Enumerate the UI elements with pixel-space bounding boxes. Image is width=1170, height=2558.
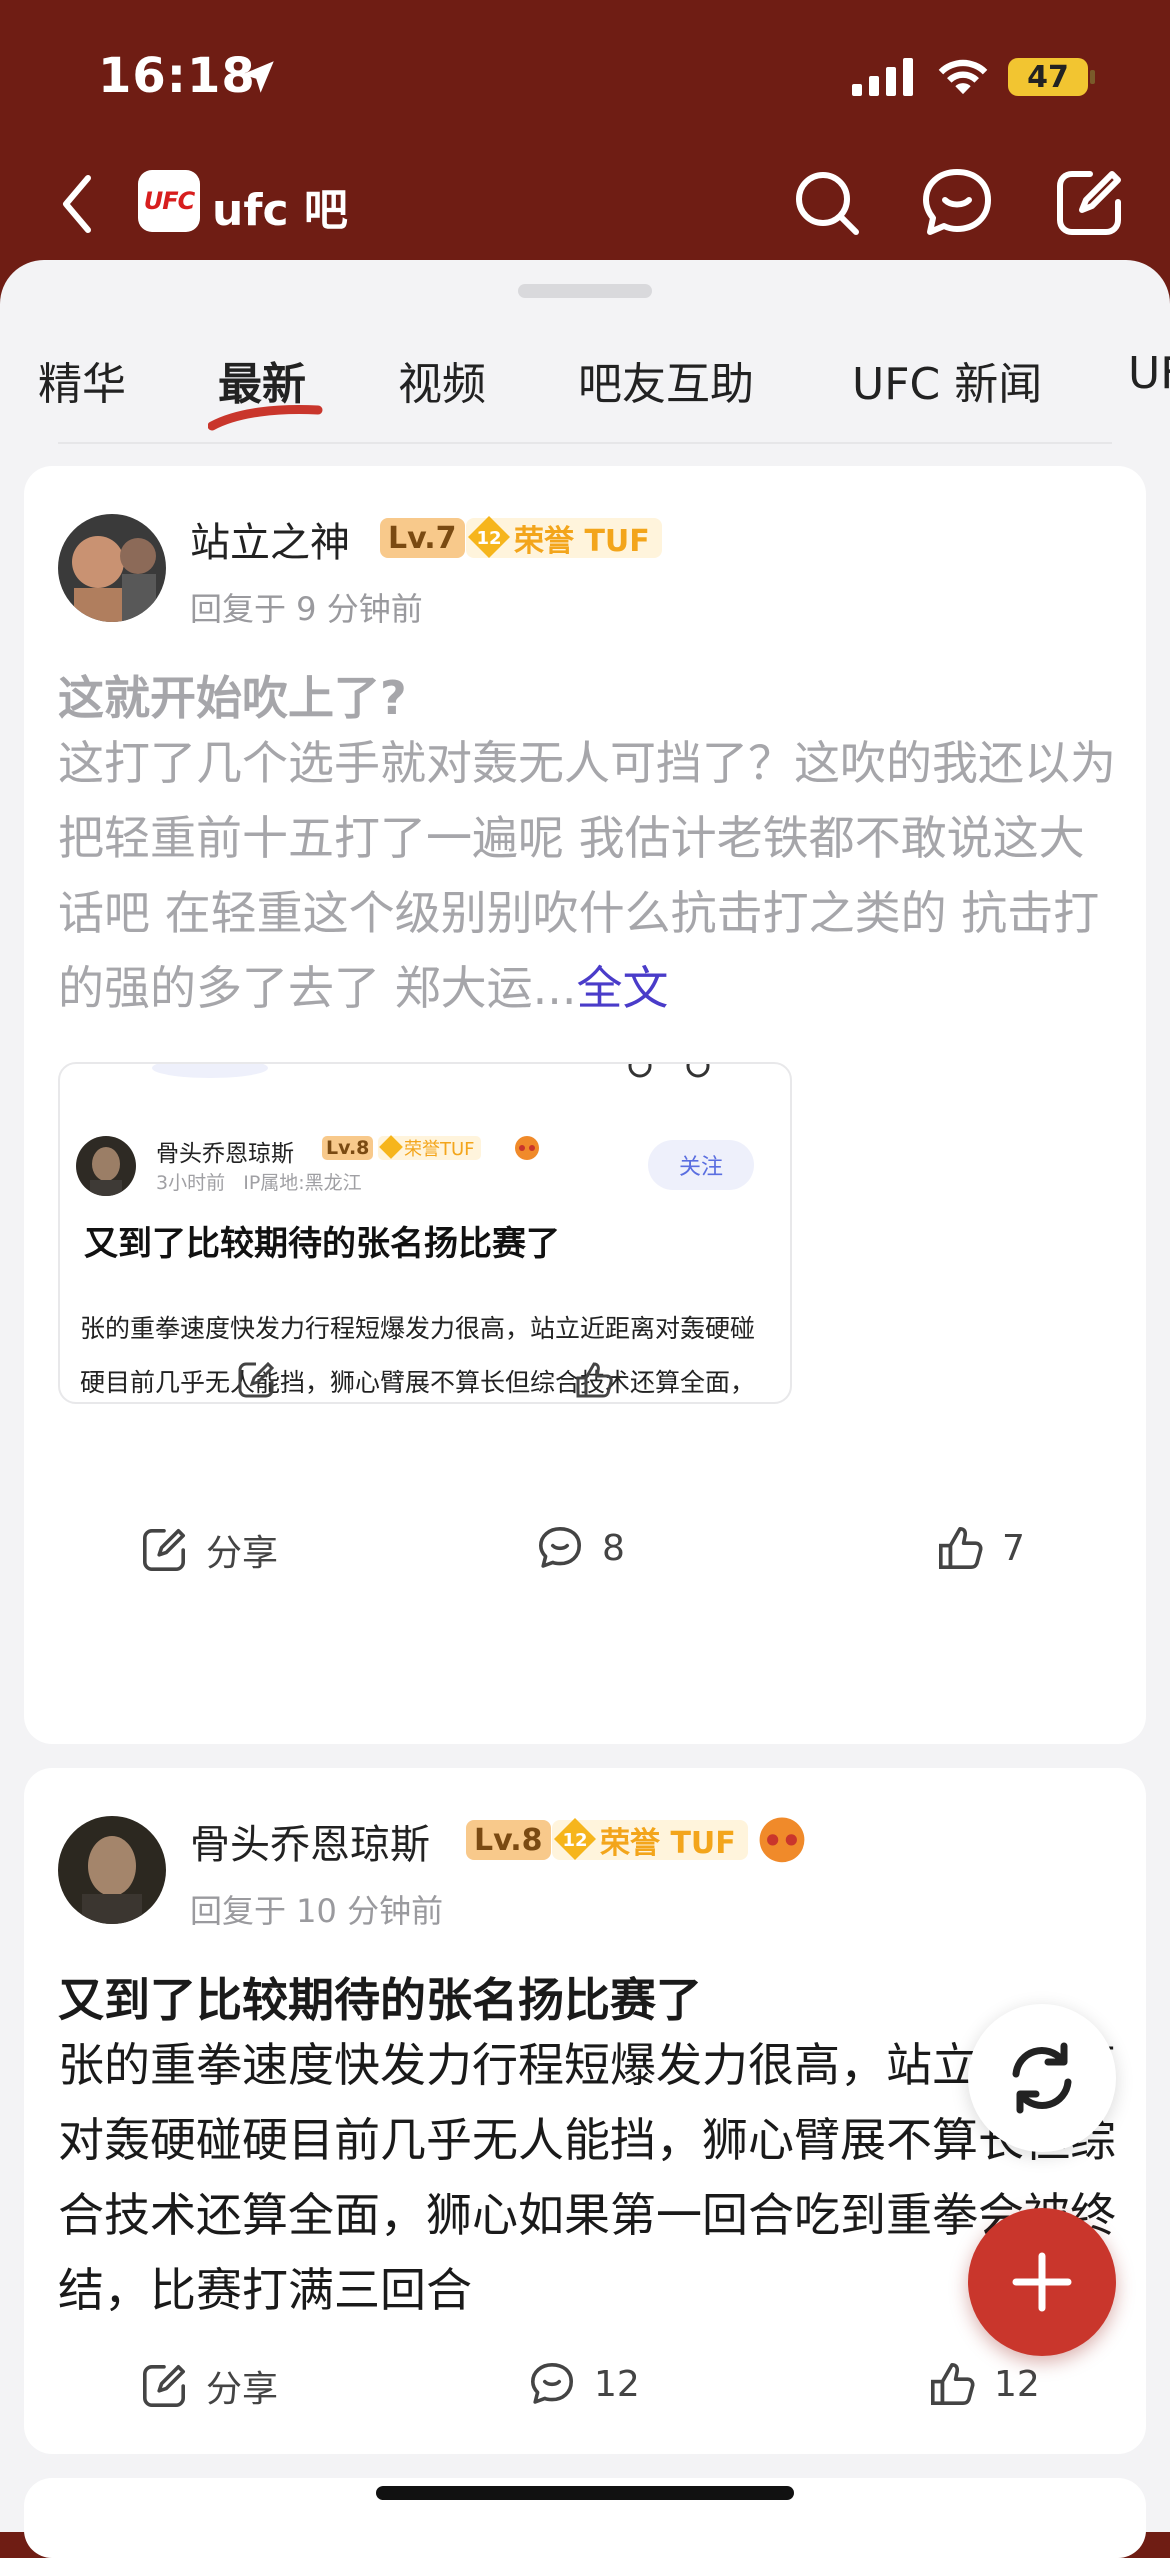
top-nav-bar: UFC ufc 吧 xyxy=(0,150,1170,260)
share-label: 分享 xyxy=(206,1533,279,1574)
fire-emoji-icon xyxy=(759,1817,805,1863)
embedded-like-icon xyxy=(576,1362,613,1398)
embedded-meta: 3小时前 IP属地:黑龙江 xyxy=(156,1168,362,1195)
comment-icon xyxy=(539,1527,581,1568)
forum-logo-text: UFC xyxy=(143,187,195,215)
post-title[interactable]: 又到了比较期待的张名扬比赛了 xyxy=(58,1964,702,2030)
embedded-title: 又到了比较期待的张名扬比赛了 xyxy=(84,1224,560,1264)
reply-time: 回复于 10 分钟前 xyxy=(190,1892,444,1930)
status-bar: 16:18 47 xyxy=(0,0,1170,150)
like-icon xyxy=(931,2363,975,2405)
comment-count: 8 xyxy=(602,1527,625,1569)
avatar[interactable] xyxy=(58,514,166,622)
tab-bar: 精华 最新 视频 吧友互助 UFC 新闻 UF xyxy=(0,340,1170,431)
post-body[interactable]: 张的重拳速度快发力行程短爆发力很高，站立近距离对轰硬碰硬目前几乎无人能挡，狮心臂… xyxy=(58,2028,1118,2328)
share-button[interactable]: 分享 xyxy=(140,1524,278,1576)
comment-count: 12 xyxy=(594,2363,640,2405)
compose-icon[interactable] xyxy=(1052,166,1126,240)
honor-diamond-icon: 12 xyxy=(554,1818,596,1860)
battery-indicator: 47 xyxy=(1008,58,1095,96)
honor-diamond-icon: 12 xyxy=(468,516,510,558)
embedded-post-image[interactable]: 骨头乔恩琼斯 Lv.8 荣誉TUF 3小时前 IP属地:黑龙江 关注 又到了比较… xyxy=(58,1062,792,1404)
share-button[interactable]: 分享 xyxy=(140,2360,278,2412)
share-label: 分享 xyxy=(206,2369,279,2410)
home-indicator[interactable] xyxy=(376,2486,794,2500)
embedded-share-icon xyxy=(238,1361,275,1398)
tab-more[interactable]: UF xyxy=(1128,348,1170,399)
embedded-follow-button: 关注 xyxy=(648,1140,754,1190)
tab-help[interactable]: 吧友互助 xyxy=(578,348,754,412)
sheet-handle[interactable] xyxy=(518,284,652,298)
embedded-author: 骨头乔恩琼斯 xyxy=(156,1141,294,1167)
like-icon xyxy=(939,1527,983,1569)
embedded-level-badge: Lv.8 xyxy=(322,1136,374,1160)
plus-icon xyxy=(1012,2252,1072,2312)
like-count: 12 xyxy=(994,2363,1040,2405)
wifi-icon xyxy=(938,59,988,95)
reply-time: 回复于 9 分钟前 xyxy=(190,590,423,628)
back-chevron-icon[interactable] xyxy=(58,172,98,236)
new-post-button[interactable] xyxy=(968,2208,1116,2356)
honor-label: 荣誉 TUF xyxy=(514,524,650,559)
honor-badge: 12 荣誉 TUF xyxy=(466,516,662,559)
comment-button[interactable]: 8 xyxy=(536,1524,625,1572)
tab-video[interactable]: 视频 xyxy=(398,348,486,412)
refresh-button[interactable] xyxy=(968,2004,1116,2152)
embedded-avatar xyxy=(76,1136,136,1196)
comment-button[interactable]: 12 xyxy=(528,2360,640,2408)
refresh-icon xyxy=(1012,2042,1072,2114)
honor-diamond-icon xyxy=(379,1135,403,1159)
author-name[interactable]: 站立之神 xyxy=(190,510,350,568)
post-card[interactable]: 站立之神 Lv.7 12 荣誉 TUF 回复于 9 分钟前 这就开始吹上了? 这… xyxy=(24,466,1146,1744)
avatar[interactable] xyxy=(58,1816,166,1924)
honor-label: 荣誉 TUF xyxy=(600,1826,736,1861)
read-more-link[interactable]: 全文 xyxy=(577,961,669,1015)
tab-featured[interactable]: 精华 xyxy=(38,348,126,412)
cropped-top-edge xyxy=(152,1064,710,1078)
message-icon[interactable] xyxy=(920,166,994,240)
post-body[interactable]: 这打了几个选手就对轰无人可挡了？这吹的我还以为把轻重前十五打了一遍呢 我估计老铁… xyxy=(58,726,1118,1026)
battery-level: 47 xyxy=(1027,59,1069,95)
comment-icon xyxy=(531,2363,573,2404)
status-time: 16:18 xyxy=(98,48,256,104)
cellular-signal-icon xyxy=(852,58,913,96)
honor-number: 12 xyxy=(562,1830,587,1851)
embedded-ip: IP属地:黑龙江 xyxy=(243,1172,362,1194)
honor-badge: 12 荣誉 TUF xyxy=(552,1818,748,1861)
post-title[interactable]: 这就开始吹上了? xyxy=(58,662,407,728)
like-count: 7 xyxy=(1002,1527,1025,1569)
tabs-divider xyxy=(58,442,1112,444)
like-button[interactable]: 7 xyxy=(936,1524,1025,1572)
location-arrow-icon xyxy=(242,61,274,93)
level-badge: Lv.7 xyxy=(380,518,465,558)
forum-title[interactable]: ufc 吧 xyxy=(212,174,348,238)
embedded-honor-label: 荣誉TUF xyxy=(404,1139,475,1160)
tab-ufc-news[interactable]: UFC 新闻 xyxy=(852,348,1042,412)
forum-logo: UFC xyxy=(138,170,200,232)
tab-active-underline xyxy=(208,405,323,431)
share-icon xyxy=(143,2365,185,2407)
post-actions: 分享 12 12 xyxy=(24,2360,1146,2420)
share-icon xyxy=(143,1529,185,1571)
embedded-honor-badge: 荣誉TUF xyxy=(378,1135,481,1160)
honor-number: 12 xyxy=(476,528,501,549)
like-button[interactable]: 12 xyxy=(928,2360,1040,2408)
author-name[interactable]: 骨头乔恩琼斯 xyxy=(190,1812,430,1870)
search-icon[interactable] xyxy=(790,166,864,240)
post-actions: 分享 8 7 xyxy=(24,1524,1146,1584)
embedded-time: 3小时前 xyxy=(156,1172,226,1194)
fire-emoji-icon xyxy=(515,1136,539,1160)
level-badge: Lv.8 xyxy=(466,1820,551,1860)
embedded-body: 张的重拳速度快发力行程短爆发力很高，站立近距离对轰硬碰硬目前几乎无人能挡，狮心臂… xyxy=(80,1314,756,1397)
